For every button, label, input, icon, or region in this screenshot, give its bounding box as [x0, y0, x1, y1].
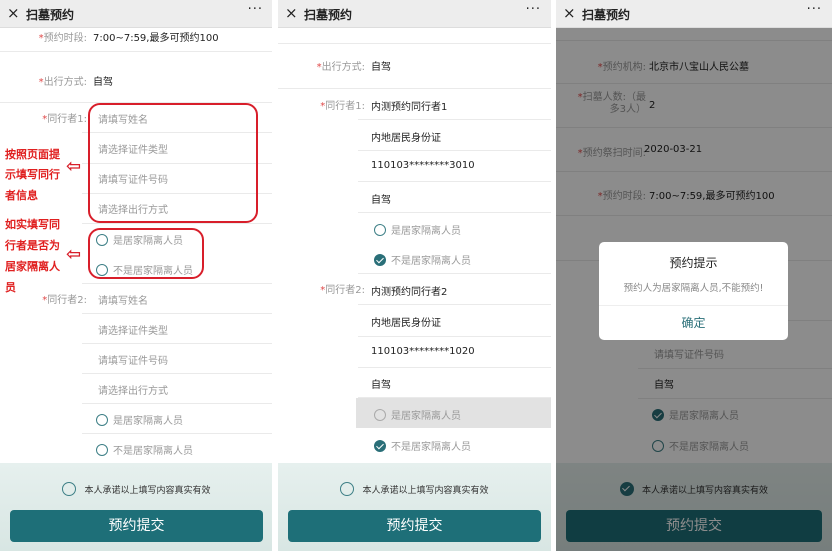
companion2-quarantine-yes-radio[interactable]: 是居家隔离人员: [374, 407, 461, 422]
panel-divider: [272, 0, 277, 551]
companion2-quarantine-no-radio[interactable]: 不是居家隔离人员: [374, 438, 471, 453]
dialog-title: 预约提示: [669, 256, 718, 270]
companion2-travel-select[interactable]: 自驾: [371, 376, 391, 391]
annotation-text: 者信息: [5, 189, 38, 202]
screen-1-empty-form: × 扫墓预约 ··· *预约时段: 7:00~7:59,最多可预约100 *出行…: [0, 0, 273, 551]
annotation-text: 居家隔离人: [5, 260, 60, 273]
arrow-left-icon: ⇦: [66, 156, 82, 177]
close-icon[interactable]: ×: [563, 4, 576, 22]
nav-bar: × 扫墓预约 ···: [278, 0, 551, 28]
screen-3-dialog: × 扫墓预约 ··· *预约机构: 北京市八宝山人民公墓 *扫墓人数:（最 多3人…: [556, 0, 832, 551]
travel-label: *出行方式:: [316, 62, 365, 73]
companion2-name-input[interactable]: 内测预约同行者2: [371, 283, 447, 298]
companion2-quarantine-no-radio[interactable]: 不是居家隔离人员: [96, 442, 193, 457]
radio-icon: [374, 223, 386, 236]
arrow-left-icon: ⇦: [66, 244, 82, 265]
companion1-travel-select[interactable]: 自驾: [371, 191, 391, 206]
companion2-idtype-select[interactable]: 请选择证件类型: [98, 322, 168, 337]
more-icon[interactable]: ···: [807, 2, 822, 17]
companion1-name-input[interactable]: 内测预约同行者1: [371, 98, 447, 113]
radio-checked-icon: [374, 253, 386, 266]
time-slot-value: 7:00~7:59,最多可预约100: [93, 33, 219, 44]
agree-checkbox[interactable]: 本人承诺以上填写内容真实有效: [0, 482, 273, 496]
close-icon[interactable]: ×: [7, 4, 20, 22]
radio-icon: [374, 408, 386, 421]
annotation-text: 如实填写同: [5, 218, 60, 231]
companion2-name-input[interactable]: 请填写姓名: [98, 292, 148, 307]
annotation-text: 按照页面提: [5, 148, 60, 161]
companion1-quarantine-yes-radio[interactable]: 是居家隔离人员: [374, 222, 461, 237]
radio-icon: [96, 443, 108, 456]
companion1-idno-input[interactable]: 110103********3010: [371, 160, 475, 171]
companion2-quarantine-yes-radio[interactable]: 是居家隔离人员: [96, 412, 183, 427]
page-title: 扫墓预约: [26, 8, 75, 22]
close-icon[interactable]: ×: [285, 4, 298, 22]
annotation-box-quarantine: [88, 228, 204, 279]
travel-value[interactable]: 自驾: [371, 58, 391, 73]
nav-bar: × 扫墓预约 ···: [556, 0, 832, 28]
annotation-box-fields: [88, 103, 258, 223]
submit-button[interactable]: 预约提交: [288, 510, 541, 542]
more-icon[interactable]: ···: [248, 2, 263, 17]
time-slot-label: *预约时段:: [38, 33, 87, 44]
screen-2-filled-form: × 扫墓预约 ··· *出行方式: 自驾 *同行者1: 内测预约同行者1 内地居…: [278, 0, 551, 551]
page-title: 扫墓预约: [582, 8, 631, 22]
companion2-label: *同行者2:: [320, 285, 365, 296]
companion1-label: *同行者1:: [320, 101, 365, 112]
alert-dialog: 预约提示 预约人为居家隔离人员,不能预约! 确定: [599, 242, 788, 340]
nav-bar: × 扫墓预约 ···: [0, 0, 273, 28]
dialog-message: 预约人为居家隔离人员,不能预约!: [623, 283, 764, 294]
page-title: 扫墓预约: [304, 8, 353, 22]
radio-icon: [96, 413, 108, 426]
companion1-quarantine-no-radio[interactable]: 不是居家隔离人员: [374, 252, 471, 267]
companion2-idno-input[interactable]: 请填写证件号码: [98, 352, 168, 367]
annotation-text: 员: [5, 281, 16, 294]
annotation-text: 示填写同行: [5, 168, 60, 181]
submit-button[interactable]: 预约提交: [10, 510, 263, 542]
footer: 本人承诺以上填写内容真实有效 预约提交: [278, 463, 551, 551]
companion2-idno-input[interactable]: 110103********1020: [371, 346, 475, 357]
travel-label: *出行方式:: [38, 77, 87, 88]
travel-value[interactable]: 自驾: [93, 73, 113, 88]
panel-divider: [551, 0, 556, 551]
checkbox-icon: [62, 482, 77, 496]
annotation-text: 行者是否为: [5, 239, 60, 252]
companion2-travel-select[interactable]: 请选择出行方式: [98, 382, 168, 397]
checkbox-icon: [340, 482, 355, 496]
footer: 本人承诺以上填写内容真实有效 预约提交: [0, 463, 273, 551]
companion1-idtype-select[interactable]: 内地居民身份证: [371, 129, 441, 144]
companion1-label: *同行者1:: [42, 114, 87, 125]
more-icon[interactable]: ···: [526, 2, 541, 17]
agree-checkbox[interactable]: 本人承诺以上填写内容真实有效: [278, 482, 551, 496]
companion2-label: *同行者2:: [42, 295, 87, 306]
dialog-ok-button[interactable]: 确定: [599, 305, 788, 340]
companion2-idtype-select[interactable]: 内地居民身份证: [371, 314, 441, 329]
radio-checked-icon: [374, 439, 386, 452]
